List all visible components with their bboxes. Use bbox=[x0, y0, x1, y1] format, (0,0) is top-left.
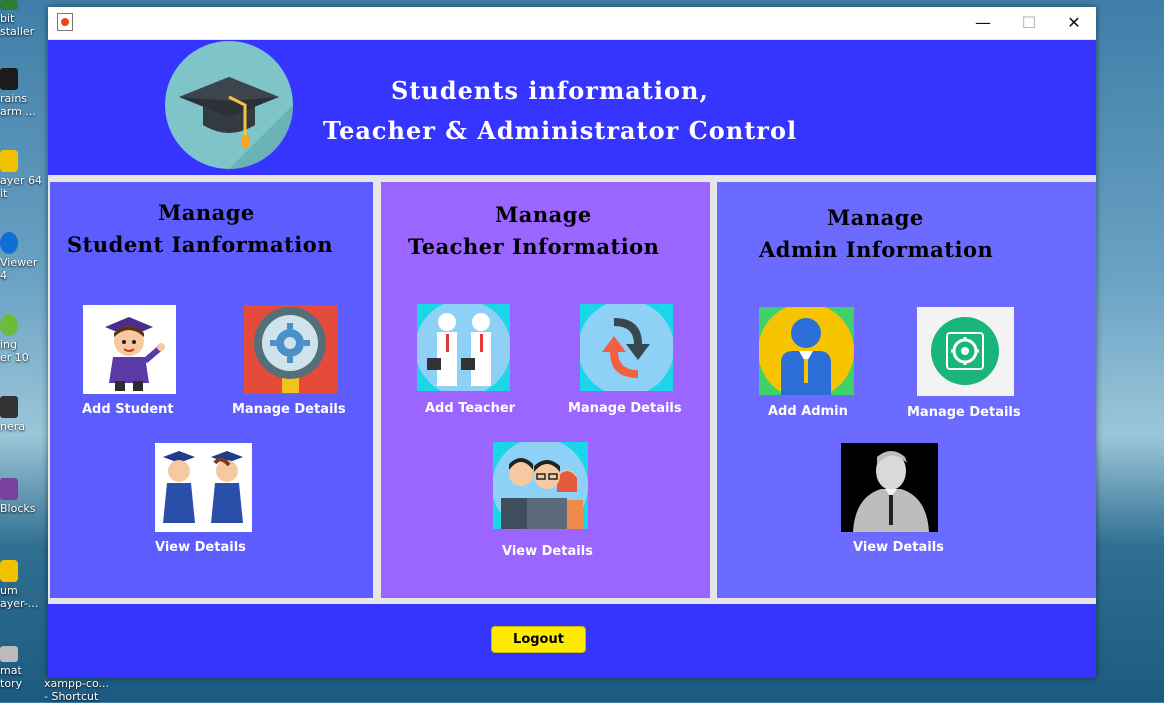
view-admin-details-button[interactable] bbox=[841, 443, 938, 532]
add-teacher-label[interactable]: Add Teacher bbox=[425, 401, 515, 416]
graduates-celebrating-icon bbox=[163, 451, 243, 523]
manage-admin-details-label[interactable]: Manage Details bbox=[907, 405, 1021, 420]
desktop-icon-label: Viewer 4 bbox=[0, 256, 38, 282]
logout-button[interactable]: Logout bbox=[491, 626, 586, 653]
admin-panel-title-line2: Admin Information bbox=[759, 237, 994, 262]
view-student-details-label[interactable]: View Details bbox=[155, 540, 246, 555]
app-title-line1: Students information, bbox=[391, 76, 709, 105]
teachers-icon bbox=[417, 304, 510, 391]
desktop-icon-label: mat tory bbox=[0, 664, 23, 690]
installer-icon bbox=[0, 0, 18, 10]
desktop-icon-installer[interactable]: bit staller bbox=[0, 0, 42, 38]
staff-group-icon bbox=[493, 442, 588, 529]
camera-icon bbox=[0, 396, 18, 418]
admin-panel-title-line1: Manage bbox=[827, 205, 924, 230]
desktop-icon-player-2[interactable]: um ayer-... bbox=[0, 560, 42, 610]
title-bar[interactable]: — ☐ ✕ bbox=[48, 7, 1096, 39]
desktop-icon-label: Blocks bbox=[0, 502, 36, 515]
manage-teacher-details-button[interactable] bbox=[580, 304, 673, 391]
add-admin-button[interactable] bbox=[759, 307, 854, 395]
view-student-details-button[interactable] bbox=[155, 443, 252, 532]
jetbrains-icon bbox=[0, 68, 18, 90]
desktop-icon-label: nera bbox=[0, 420, 26, 433]
teacher-panel: Manage Teacher Information Add Teacher M… bbox=[381, 182, 710, 598]
view-admin-details-label[interactable]: View Details bbox=[853, 540, 944, 555]
student-panel: Manage Student Ianformation Add Student bbox=[50, 182, 373, 598]
add-student-button[interactable] bbox=[83, 305, 176, 394]
add-student-label[interactable]: Add Student bbox=[82, 402, 174, 417]
businessman-icon bbox=[841, 443, 938, 532]
desktop-icon-teamviewer[interactable]: Viewer 4 bbox=[0, 232, 42, 282]
app-title-line2: Teacher & Administrator Control bbox=[323, 116, 798, 145]
desktop-icon-format-factory[interactable]: mat tory bbox=[0, 646, 42, 690]
close-button[interactable]: ✕ bbox=[1051, 7, 1097, 37]
manage-admin-details-button[interactable] bbox=[917, 307, 1014, 396]
green-app-icon bbox=[0, 314, 18, 336]
desktop-icon-label: um ayer-... bbox=[0, 584, 39, 610]
footer-bar: Logout bbox=[48, 604, 1096, 678]
teacher-panel-title-line2: Teacher Information bbox=[408, 234, 660, 259]
desktop-icon-label: ayer 64 it bbox=[0, 174, 42, 200]
maximize-button[interactable]: ☐ bbox=[1006, 7, 1052, 37]
manage-teacher-details-label[interactable]: Manage Details bbox=[568, 401, 682, 416]
minimize-button[interactable]: — bbox=[960, 7, 1006, 37]
teacher-panel-title-line1: Manage bbox=[495, 202, 592, 227]
manage-student-details-label[interactable]: Manage Details bbox=[232, 402, 346, 417]
format-factory-icon bbox=[0, 646, 18, 662]
graduation-cap-icon bbox=[165, 41, 293, 169]
blocks-icon bbox=[0, 478, 18, 500]
teamviewer-icon bbox=[0, 232, 18, 254]
add-teacher-button[interactable] bbox=[417, 304, 510, 391]
app-window: — ☐ ✕ Students information, Teacher & Ad… bbox=[48, 7, 1096, 678]
desktop-icon-label: rains arm ... bbox=[0, 92, 36, 118]
desktop-icon-label: bit staller bbox=[0, 12, 35, 38]
view-teacher-details-button[interactable] bbox=[493, 442, 588, 529]
student-panel-title-line1: Manage bbox=[158, 200, 255, 225]
admin-user-icon bbox=[759, 307, 854, 395]
player-icon bbox=[0, 560, 18, 582]
magnifier-gear-icon bbox=[244, 305, 337, 394]
view-teacher-details-label[interactable]: View Details bbox=[502, 544, 593, 559]
admin-panel: Manage Admin Information Add Admin Manag… bbox=[717, 182, 1096, 598]
desktop-icon-label: ing er 10 bbox=[0, 338, 29, 364]
desktop-icon-player[interactable]: ayer 64 it bbox=[0, 150, 42, 200]
desktop-icon-green-app[interactable]: ing er 10 bbox=[0, 314, 42, 364]
refresh-arrows-icon bbox=[580, 304, 673, 391]
add-admin-label[interactable]: Add Admin bbox=[768, 404, 848, 419]
manage-student-details-button[interactable] bbox=[244, 305, 337, 394]
desktop-shortcut-xampp[interactable]: xampp-co... - Shortcut bbox=[44, 677, 114, 703]
desktop-icon-camera[interactable]: nera bbox=[0, 396, 42, 433]
java-app-icon bbox=[57, 13, 73, 31]
player-icon bbox=[0, 150, 18, 172]
desktop-icon-blocks[interactable]: Blocks bbox=[0, 478, 42, 515]
student-graduate-icon bbox=[105, 317, 165, 391]
student-panel-title-line2: Student Ianformation bbox=[67, 232, 334, 257]
settings-sync-icon bbox=[917, 307, 1014, 396]
desktop-icon-jetbrains[interactable]: rains arm ... bbox=[0, 68, 42, 118]
header-banner: Students information, Teacher & Administ… bbox=[48, 40, 1096, 175]
